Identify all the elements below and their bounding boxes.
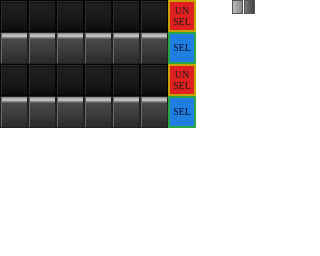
unselected-label: UN SEL (168, 64, 196, 96)
unselected-tile-row: UN SEL (0, 0, 196, 32)
tile[interactable] (0, 64, 28, 96)
tile[interactable] (84, 96, 112, 128)
selected-label: SEL (168, 96, 196, 128)
tile[interactable] (28, 0, 56, 32)
label-line: UN (174, 70, 190, 81)
tile[interactable] (112, 64, 140, 96)
tile[interactable] (84, 64, 112, 96)
tile[interactable] (56, 32, 84, 64)
tile[interactable] (112, 0, 140, 32)
tile[interactable] (56, 64, 84, 96)
tile[interactable] (140, 64, 168, 96)
selected-tile-row: SEL (0, 96, 196, 128)
tile[interactable] (0, 32, 28, 64)
label-line: SEL (173, 43, 191, 54)
tile[interactable] (56, 0, 84, 32)
tile[interactable] (140, 0, 168, 32)
label-line: SEL (173, 107, 191, 118)
selected-label: SEL (168, 32, 196, 64)
tile[interactable] (140, 32, 168, 64)
unselected-label: UN SEL (168, 0, 196, 32)
label-line: SEL (173, 17, 191, 28)
tile[interactable] (140, 96, 168, 128)
tile[interactable] (112, 32, 140, 64)
tile[interactable] (84, 32, 112, 64)
label-line: UN (174, 6, 190, 17)
selected-tile-row: SEL (0, 32, 196, 64)
dark-gray-swatch (244, 0, 255, 14)
tile[interactable] (28, 96, 56, 128)
light-gray-swatch (232, 0, 243, 14)
tile[interactable] (112, 96, 140, 128)
tile[interactable] (0, 0, 28, 32)
tile[interactable] (28, 32, 56, 64)
tile[interactable] (28, 64, 56, 96)
label-line: SEL (173, 81, 191, 92)
unselected-tile-row: UN SEL (0, 64, 196, 96)
tile[interactable] (0, 96, 28, 128)
tile[interactable] (56, 96, 84, 128)
tile[interactable] (84, 0, 112, 32)
